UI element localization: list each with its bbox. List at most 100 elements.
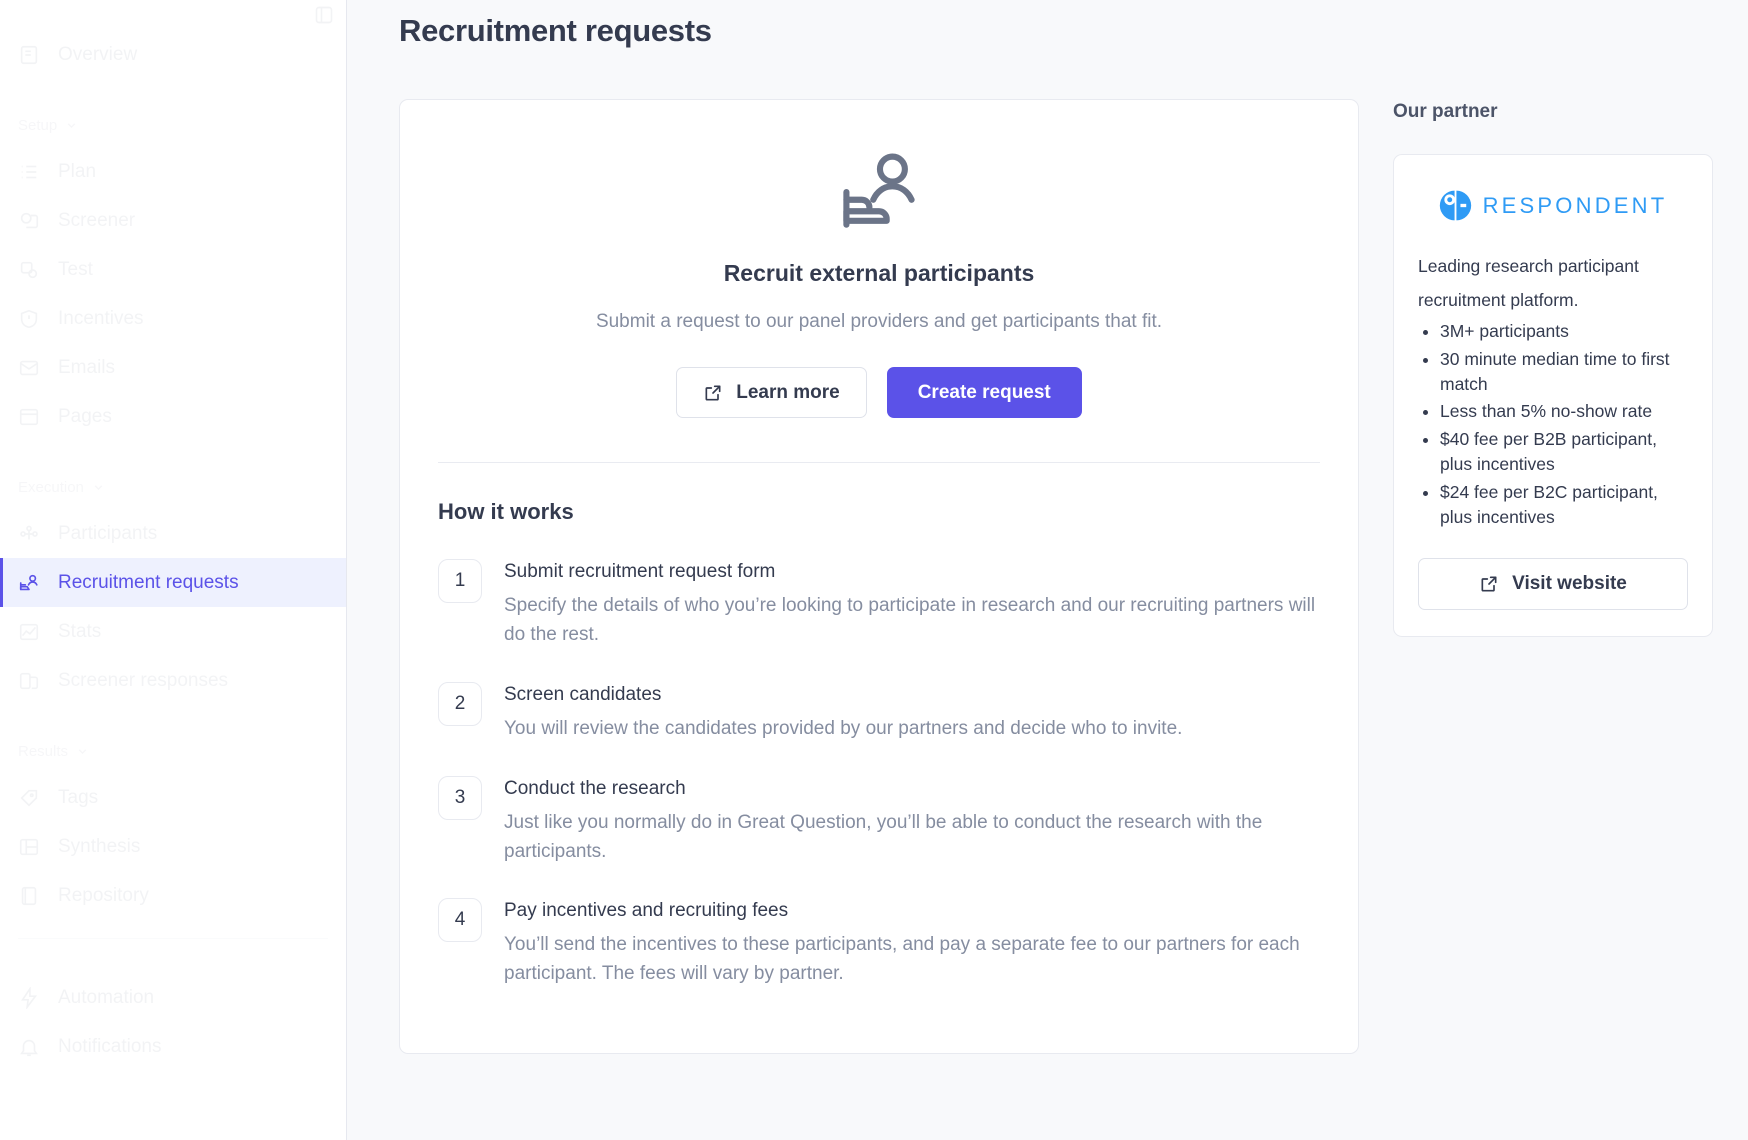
recruit-participant-icon (833, 148, 925, 240)
step-description: Just like you normally do in Great Quest… (504, 811, 1263, 862)
step-description: You will review the candidates provided … (504, 717, 1183, 739)
step-description: Specify the details of who you’re lookin… (504, 595, 1316, 645)
sidebar-divider (18, 938, 328, 939)
step-body: Pay incentives and recruiting fees You’l… (504, 898, 1320, 989)
sidebar-item-notifications[interactable]: Notifications (0, 1022, 346, 1071)
visit-website-label: Visit website (1512, 573, 1627, 595)
app-root: Overview Setup Plan Screener Test Incent… (0, 0, 1748, 1140)
hero-subtitle: Submit a request to our panel providers … (595, 311, 1163, 332)
list-item: Less than 5% no-show rate (1440, 399, 1688, 424)
step-body: Submit recruitment request form Specify … (504, 559, 1320, 650)
bell-icon (18, 1036, 40, 1058)
sidebar-item-label: Pages (58, 405, 112, 427)
step-heading: Screen candidates (504, 683, 662, 705)
list-item: 3M+ participants (1440, 319, 1688, 344)
recruitment-icon (18, 572, 40, 594)
chevron-down-icon (92, 481, 105, 494)
sidebar-item-overview[interactable]: Overview (0, 30, 346, 79)
sidebar-group-execution[interactable]: Execution (0, 465, 346, 509)
sidebar-item-screener-responses[interactable]: Screener responses (0, 656, 346, 705)
bolt-icon (18, 985, 40, 1010)
how-it-works-step: 2 Screen candidates You will review the … (438, 681, 1320, 744)
sidebar-item-label: Screener (58, 209, 136, 231)
sidebar-item-emails[interactable]: Emails (0, 343, 346, 392)
test-icon (18, 259, 40, 281)
sidebar-item-automation[interactable]: Automation (0, 973, 346, 1022)
stats-icon (18, 621, 40, 643)
how-it-works-step: 4 Pay incentives and recruiting fees You… (438, 898, 1320, 989)
step-number: 2 (438, 681, 482, 726)
sidebar-item-label: Test (58, 258, 93, 280)
partner-column: Our partner RESPONDENT Leading research … (1393, 99, 1713, 638)
overview-icon (18, 44, 40, 66)
chevron-down-icon (76, 745, 89, 758)
sidebar-item-recruitment-requests[interactable]: Recruitment requests (0, 558, 346, 607)
partner-section-label: Our partner (1393, 101, 1498, 122)
step-description: You’ll send the incentives to these part… (504, 934, 1300, 985)
sidebar-item-label: Repository (58, 884, 149, 906)
sidebar-item-stats[interactable]: Stats (0, 607, 346, 656)
screener-responses-icon (18, 670, 40, 692)
sidebar-item-label: Tags (58, 786, 99, 808)
sidebar-item-participants[interactable]: Participants (0, 509, 346, 558)
learn-more-label: Learn more (736, 381, 840, 403)
how-it-works-step: 1 Submit recruitment request form Specif… (438, 559, 1320, 650)
sidebar-item-incentives[interactable]: Incentives (0, 294, 346, 343)
page-title: Recruitment requests (399, 13, 712, 48)
panel-collapse-icon[interactable] (314, 5, 334, 25)
hero-actions: Learn more Create request (438, 367, 1320, 418)
step-number: 4 (438, 898, 482, 943)
sidebar-item-label: Screener responses (58, 669, 229, 691)
external-link-icon (703, 383, 723, 403)
create-request-button[interactable]: Create request (886, 367, 1082, 418)
partner-description: Leading research participant recruitment… (1418, 256, 1639, 311)
sidebar-item-label: Stats (58, 620, 102, 642)
sidebar-item-repository[interactable]: Repository (0, 871, 346, 920)
sidebar-group-setup[interactable]: Setup (0, 103, 346, 147)
sidebar-group-results[interactable]: Results (0, 729, 346, 773)
list-item: 30 minute median time to first match (1440, 347, 1688, 398)
sidebar-item-plan[interactable]: Plan (0, 147, 346, 196)
step-heading: Pay incentives and recruiting fees (504, 900, 789, 922)
mail-icon (18, 357, 40, 379)
external-link-icon (1479, 574, 1499, 594)
sidebar-item-synthesis[interactable]: Synthesis (0, 822, 346, 871)
sidebar-item-label: Overview (58, 43, 138, 65)
step-number: 3 (438, 775, 482, 820)
sidebar: Overview Setup Plan Screener Test Incent… (0, 0, 347, 1140)
repository-icon (18, 885, 40, 907)
step-body: Screen candidates You will review the ca… (504, 682, 1182, 744)
main-content: Recruitment requests Recruit external pa… (347, 0, 1748, 1140)
how-it-works-title: How it works (438, 499, 574, 524)
sidebar-group-label: Execution (18, 478, 84, 496)
content-row: Recruit external participants Submit a r… (377, 99, 1714, 1055)
recruitment-hero-card: Recruit external participants Submit a r… (399, 99, 1359, 1055)
sidebar-group-label: Results (18, 742, 69, 760)
sidebar-item-label: Automation (58, 986, 155, 1008)
sidebar-item-pages[interactable]: Pages (0, 392, 346, 441)
sidebar-item-label: Plan (58, 160, 97, 182)
sidebar-item-label: Incentives (58, 307, 144, 329)
respondent-logo-icon (1439, 189, 1472, 222)
pages-icon (18, 406, 40, 428)
partner-logo-row: RESPONDENT (1418, 189, 1688, 222)
step-heading: Submit recruitment request form (504, 561, 776, 582)
learn-more-button[interactable]: Learn more (676, 367, 867, 418)
participants-icon (18, 523, 40, 545)
sidebar-item-label: Emails (58, 356, 116, 378)
visit-website-button[interactable]: Visit website (1418, 558, 1688, 611)
sidebar-item-tags[interactable]: Tags (0, 773, 346, 822)
step-number: 1 (438, 559, 482, 603)
list-icon (18, 161, 40, 183)
sidebar-item-label: Notifications (58, 1035, 162, 1057)
screener-icon (18, 210, 40, 232)
chevron-down-icon (65, 119, 78, 132)
shield-icon (18, 308, 40, 330)
partner-benefits-list: 3M+ participants 30 minute median time t… (1418, 319, 1688, 530)
sidebar-item-test[interactable]: Test (0, 245, 346, 294)
sidebar-item-screener[interactable]: Screener (0, 196, 346, 245)
hero-title: Recruit external participants (723, 260, 1035, 286)
synthesis-icon (18, 836, 40, 858)
how-it-works-step: 3 Conduct the research Just like you nor… (438, 775, 1320, 867)
sidebar-item-label: Participants (58, 522, 158, 544)
